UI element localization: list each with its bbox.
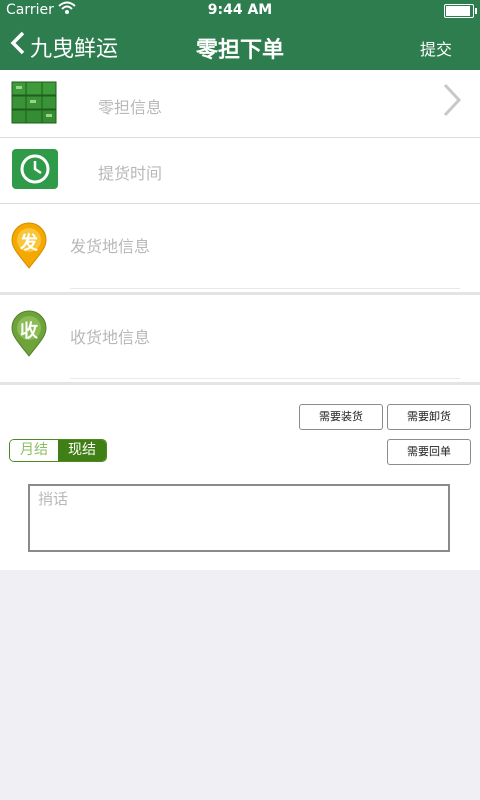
cargo-info-label: 零担信息 xyxy=(98,98,163,117)
note-placeholder: 捎话 xyxy=(38,490,69,508)
status-bar: Carrier 9:44 AM xyxy=(0,0,480,22)
receiver-info-label: 收货地信息 xyxy=(70,328,151,347)
sender-badge: 发 xyxy=(20,233,38,254)
status-time: 9:44 AM xyxy=(207,2,273,18)
need-loading-button[interactable]: 需要装货 xyxy=(299,404,383,430)
chevron-right-icon xyxy=(442,82,462,126)
sender-info-label: 发货地信息 xyxy=(70,237,151,256)
payment-cash-option[interactable]: 现结 xyxy=(58,440,106,461)
pickup-time-label: 提货时间 xyxy=(98,164,163,183)
cargo-info-row[interactable]: 零担信息 xyxy=(0,70,480,138)
receiver-badge: 收 xyxy=(20,321,38,342)
payment-segmented-control: 月结 现结 xyxy=(9,439,107,462)
row-divider xyxy=(70,378,460,379)
sender-info-row[interactable]: 发 发货地信息 xyxy=(0,204,480,292)
receiver-info-row[interactable]: 收 收货地信息 xyxy=(0,296,480,382)
receiver-pin-icon: 收 xyxy=(10,310,48,358)
sender-pin-icon: 发 xyxy=(10,222,48,270)
need-receipt-button[interactable]: 需要回单 xyxy=(387,439,471,465)
stacked-boxes-icon xyxy=(10,80,58,130)
submit-button[interactable]: 提交 xyxy=(420,36,452,60)
nav-bar: 九曳鲜运 零担下单 提交 xyxy=(0,22,480,70)
battery-icon xyxy=(444,4,477,18)
app-header: Carrier 9:44 AM 九曳鲜运 零担下单 提交 xyxy=(0,0,480,70)
section-separator xyxy=(0,292,480,295)
row-divider xyxy=(70,288,460,289)
need-unloading-button[interactable]: 需要卸货 xyxy=(387,404,471,430)
note-textarea[interactable]: 捎话 xyxy=(28,484,450,552)
page-title: 零担下单 xyxy=(195,38,284,63)
section-separator xyxy=(0,382,480,385)
clock-icon xyxy=(11,148,59,194)
pickup-time-row[interactable]: 提货时间 xyxy=(0,138,480,204)
payment-monthly-option[interactable]: 月结 xyxy=(10,440,58,461)
